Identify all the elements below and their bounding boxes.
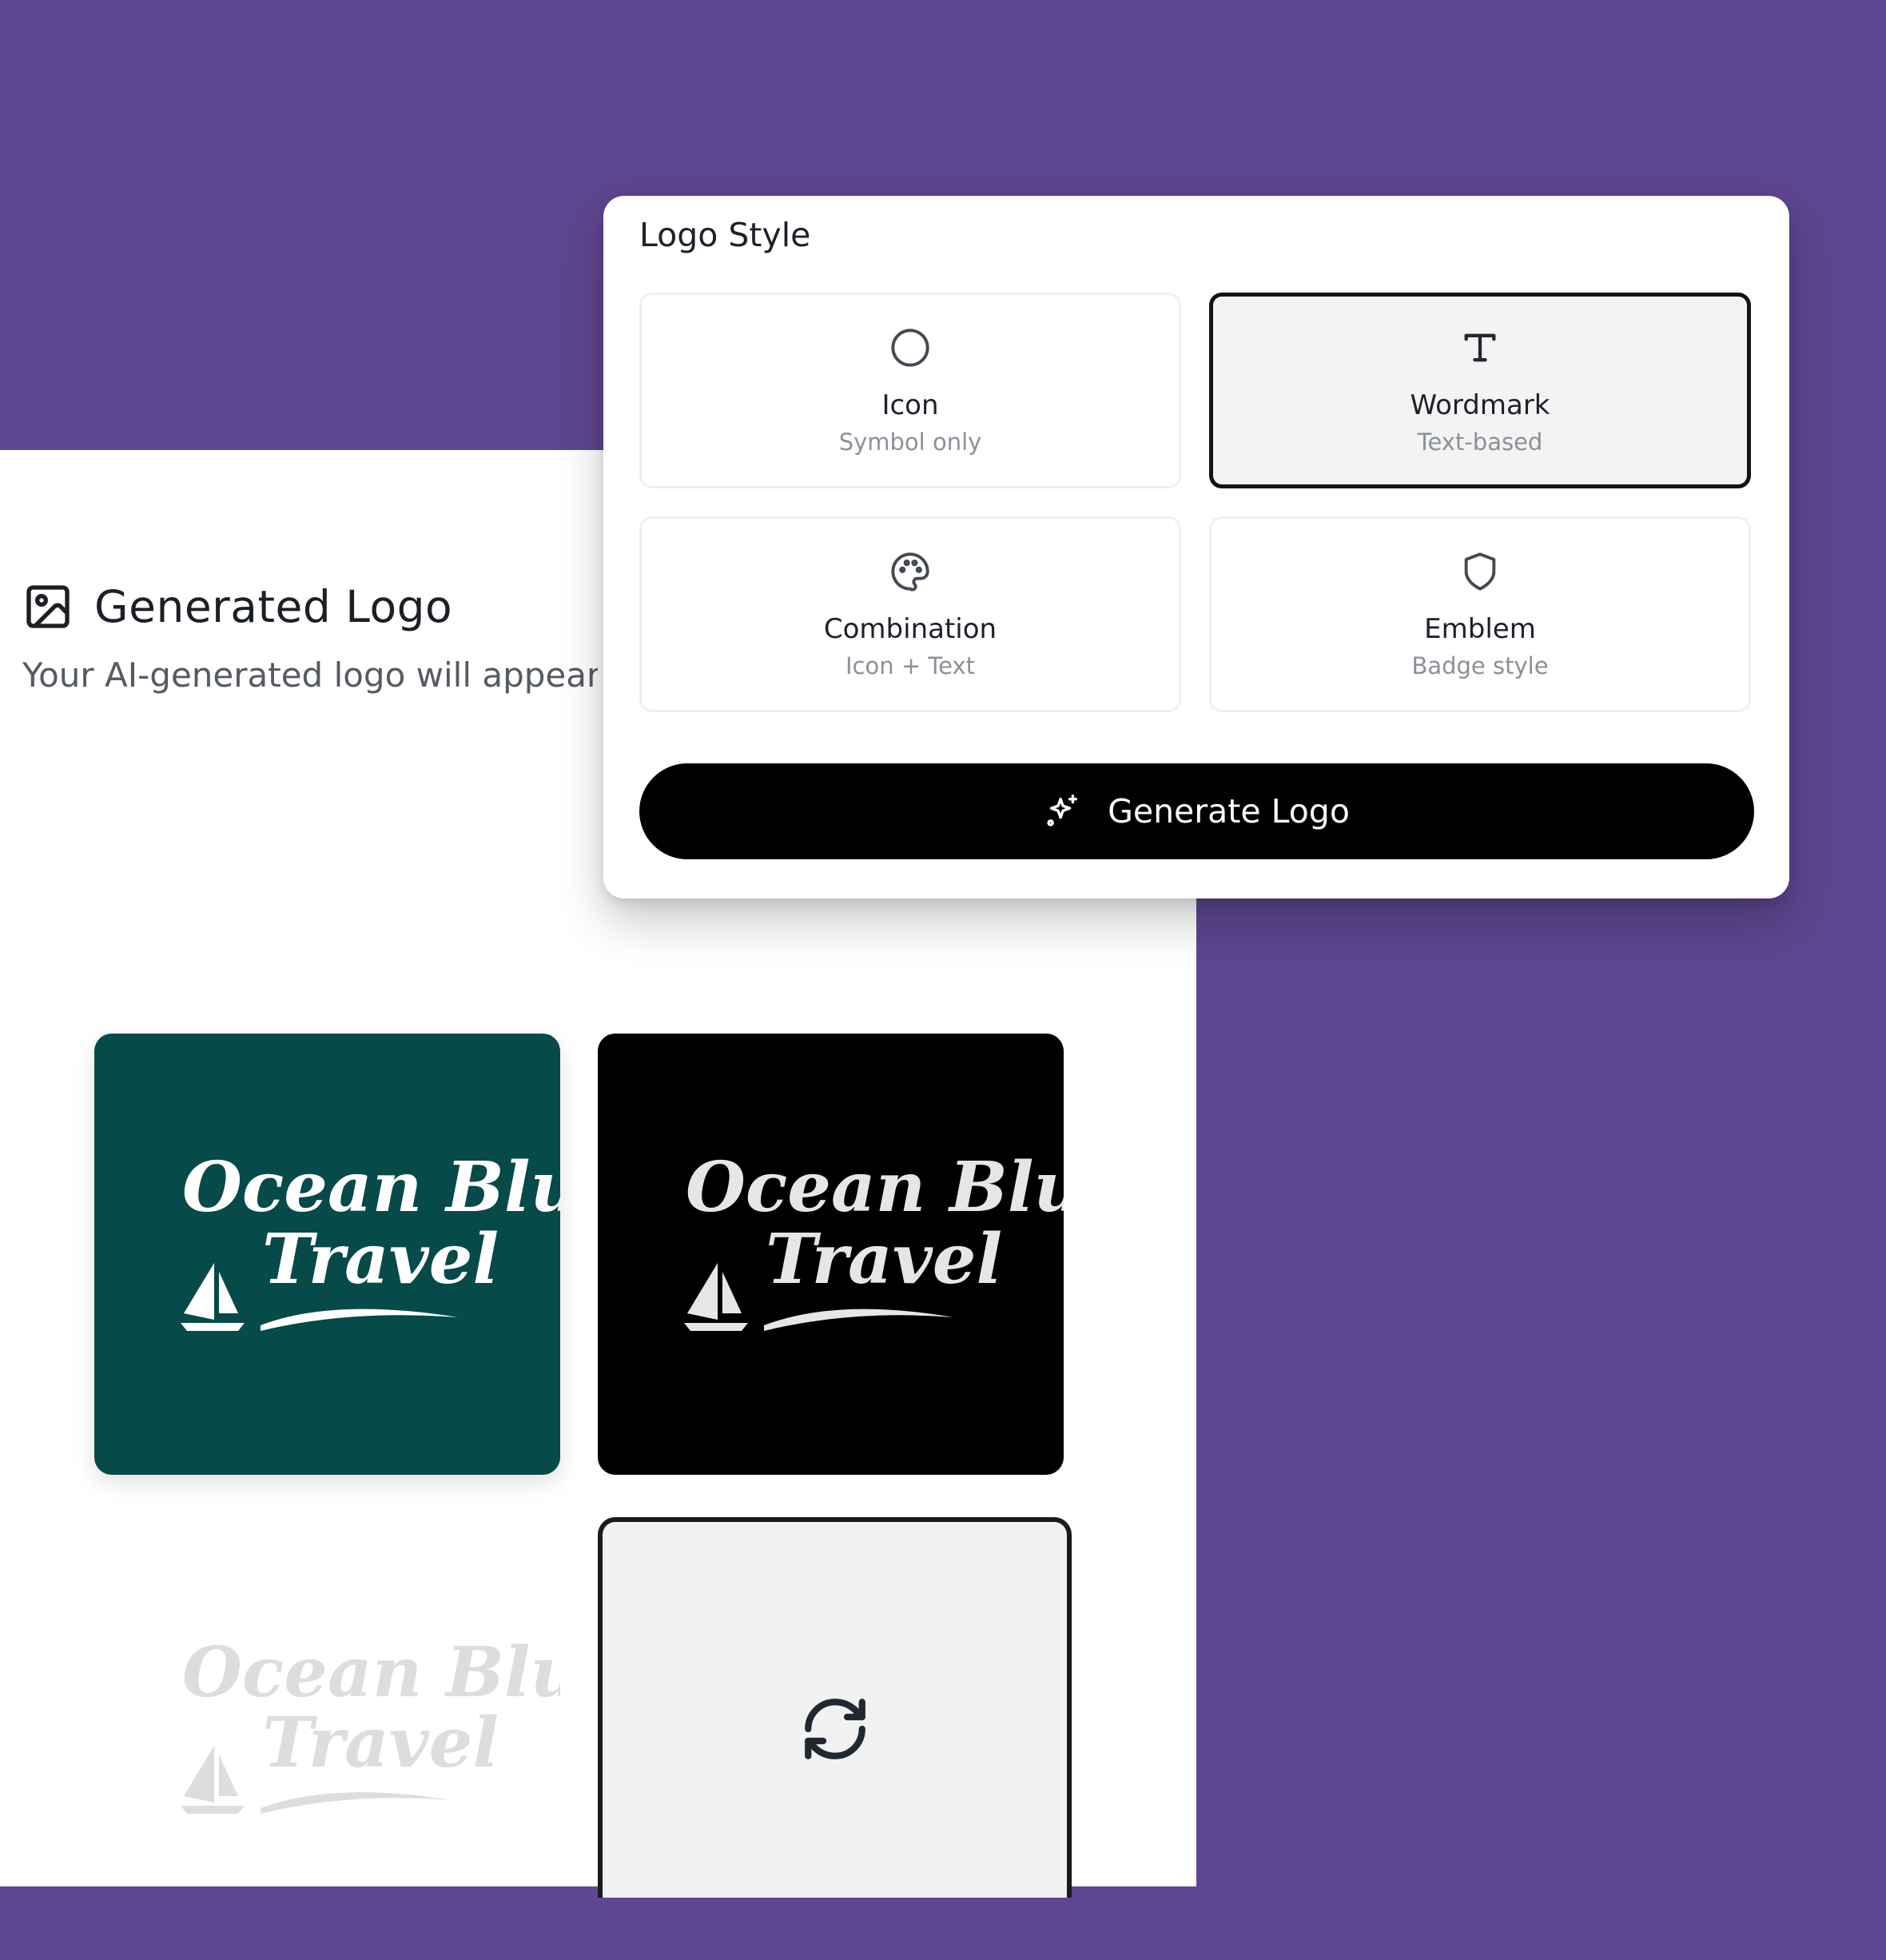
svg-text:Ocean Blue: Ocean Blue — [182, 1632, 560, 1713]
shield-icon — [1464, 552, 1496, 591]
logo-result-black[interactable]: Ocean Blue Travel — [598, 1034, 1064, 1475]
option-description: Symbol only — [838, 428, 982, 456]
option-label: Wordmark — [1410, 389, 1550, 421]
style-option-icon[interactable]: Icon Symbol only — [639, 293, 1181, 488]
generate-logo-button[interactable]: Generate Logo — [639, 763, 1754, 859]
palette-icon — [891, 552, 929, 592]
style-option-wordmark[interactable]: Wordmark Text-based — [1209, 293, 1751, 488]
svg-text:Ocean Blue: Ocean Blue — [182, 1147, 560, 1228]
logo-style-title: Logo Style — [639, 216, 811, 254]
generate-logo-label: Generate Logo — [1108, 792, 1350, 831]
option-description: Icon + Text — [845, 652, 975, 679]
page-subtitle: Your AI-generated logo will appear here — [22, 655, 598, 695]
option-label: Icon — [881, 389, 939, 421]
logo-style-panel: Logo Style Icon Symbol only Wordmark Tex… — [603, 196, 1789, 898]
generated-logo-header: Generated Logo — [22, 581, 452, 632]
image-icon — [26, 585, 70, 628]
logo-result-teal[interactable]: Ocean Blue Travel — [94, 1034, 560, 1475]
page-title: Generated Logo — [94, 581, 453, 632]
ocean-blue-travel-logo: Ocean Blue Travel — [181, 1147, 560, 1331]
option-description: Text-based — [1417, 428, 1543, 456]
svg-text:Ocean Blue: Ocean Blue — [686, 1147, 1064, 1228]
option-description: Badge style — [1411, 652, 1549, 679]
logo-result-light[interactable]: Ocean Blue Travel — [94, 1519, 560, 1960]
svg-text:Travel: Travel — [262, 1219, 499, 1300]
style-option-combination[interactable]: Combination Icon + Text — [639, 516, 1181, 712]
logo-result-loading[interactable] — [598, 1517, 1072, 1898]
refresh-icon[interactable] — [799, 1693, 871, 1765]
option-label: Combination — [823, 613, 997, 645]
svg-text:Travel: Travel — [766, 1219, 1002, 1300]
style-option-emblem[interactable]: Emblem Badge style — [1209, 516, 1751, 712]
type-icon — [1464, 333, 1496, 362]
ocean-blue-travel-logo: Ocean Blue Travel — [181, 1632, 560, 1814]
circle-icon — [891, 329, 929, 367]
svg-text:Travel: Travel — [262, 1703, 499, 1783]
ocean-blue-travel-logo: Ocean Blue Travel — [684, 1147, 1064, 1331]
option-label: Emblem — [1424, 613, 1536, 645]
sparkles-icon — [1047, 795, 1078, 827]
